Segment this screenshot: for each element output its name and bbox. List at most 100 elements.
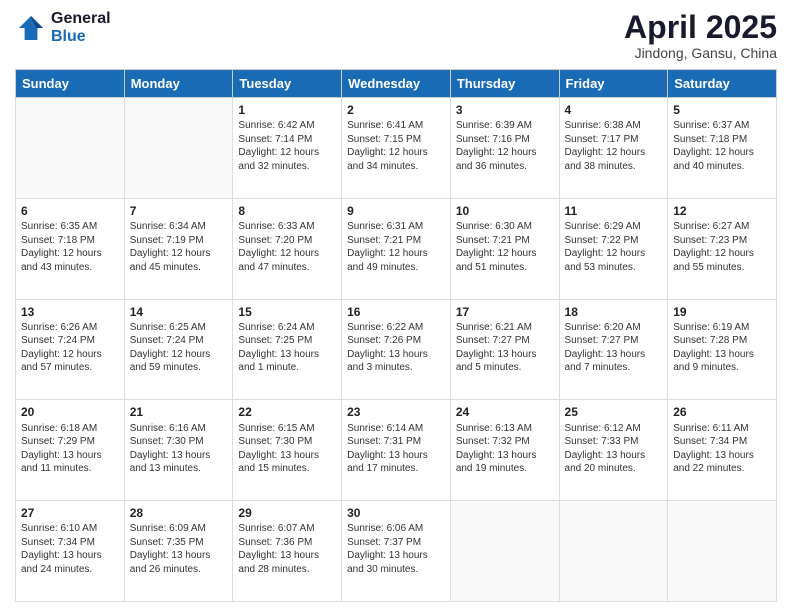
day-number: 21 [130,404,228,420]
day-number: 10 [456,203,554,219]
day-info: Sunrise: 6:10 AM Sunset: 7:34 PM Dayligh… [21,522,119,576]
calendar-day-cell [16,98,125,199]
calendar-table: SundayMondayTuesdayWednesdayThursdayFrid… [15,69,777,602]
day-info: Sunrise: 6:26 AM Sunset: 7:24 PM Dayligh… [21,321,119,375]
day-number: 3 [456,102,554,118]
calendar-day-cell: 6Sunrise: 6:35 AM Sunset: 7:18 PM Daylig… [16,198,125,299]
day-number: 29 [238,505,336,521]
logo: General Blue [15,10,111,46]
weekday-header: Sunday [16,70,125,98]
day-info: Sunrise: 6:13 AM Sunset: 7:32 PM Dayligh… [456,422,554,476]
calendar-day-cell: 27Sunrise: 6:10 AM Sunset: 7:34 PM Dayli… [16,501,125,602]
page: General Blue April 2025 Jindong, Gansu, … [0,0,792,612]
calendar-day-cell: 23Sunrise: 6:14 AM Sunset: 7:31 PM Dayli… [342,400,451,501]
title-section: April 2025 Jindong, Gansu, China [624,10,777,61]
day-number: 11 [565,203,663,219]
calendar-day-cell: 13Sunrise: 6:26 AM Sunset: 7:24 PM Dayli… [16,299,125,400]
calendar-day-cell [559,501,668,602]
calendar-week-row: 13Sunrise: 6:26 AM Sunset: 7:24 PM Dayli… [16,299,777,400]
day-number: 22 [238,404,336,420]
day-number: 28 [130,505,228,521]
calendar-week-row: 20 Sunrise: 6:18 AM Sunset: 7:29 PM Dayli… [16,400,777,501]
calendar-day-cell: 8Sunrise: 6:33 AM Sunset: 7:20 PM Daylig… [233,198,342,299]
calendar-day-cell [668,501,777,602]
day-info: Sunrise: 6:31 AM Sunset: 7:21 PM Dayligh… [347,220,445,274]
day-info: Sunrise: 6:24 AM Sunset: 7:25 PM Dayligh… [238,321,336,375]
calendar-day-cell: 11Sunrise: 6:29 AM Sunset: 7:22 PM Dayli… [559,198,668,299]
day-number: 20 [21,404,119,420]
calendar-day-cell: 5Sunrise: 6:37 AM Sunset: 7:18 PM Daylig… [668,98,777,199]
day-number: 15 [238,304,336,320]
day-info: Sunrise: 6:07 AM Sunset: 7:36 PM Dayligh… [238,522,336,576]
day-number: 2 [347,102,445,118]
day-info: Sunrise: 6:35 AM Sunset: 7:18 PM Dayligh… [21,220,119,274]
day-info: Sunrise: 6:42 AM Sunset: 7:14 PM Dayligh… [238,119,336,173]
day-info: Sunrise: 6:11 AM Sunset: 7:34 PM Dayligh… [673,422,771,476]
month-title: April 2025 [624,10,777,45]
day-info: Sunrise: 6:12 AM Sunset: 7:33 PM Dayligh… [565,422,663,476]
day-number: 16 [347,304,445,320]
weekday-header: Monday [124,70,233,98]
day-info: Sunrise: 6:22 AM Sunset: 7:26 PM Dayligh… [347,321,445,375]
calendar-day-cell: 19Sunrise: 6:19 AM Sunset: 7:28 PM Dayli… [668,299,777,400]
calendar-day-cell: 18Sunrise: 6:20 AM Sunset: 7:27 PM Dayli… [559,299,668,400]
logo-icon [15,12,47,44]
calendar-day-cell: 16Sunrise: 6:22 AM Sunset: 7:26 PM Dayli… [342,299,451,400]
calendar-day-cell: 17Sunrise: 6:21 AM Sunset: 7:27 PM Dayli… [450,299,559,400]
calendar-day-cell: 10Sunrise: 6:30 AM Sunset: 7:21 PM Dayli… [450,198,559,299]
day-info: Sunrise: 6:37 AM Sunset: 7:18 PM Dayligh… [673,119,771,173]
day-info: Sunrise: 6:29 AM Sunset: 7:22 PM Dayligh… [565,220,663,274]
day-info: Sunrise: 6:20 AM Sunset: 7:27 PM Dayligh… [565,321,663,375]
calendar-header-row: SundayMondayTuesdayWednesdayThursdayFrid… [16,70,777,98]
day-number: 9 [347,203,445,219]
day-number: 1 [238,102,336,118]
calendar-day-cell: 14Sunrise: 6:25 AM Sunset: 7:24 PM Dayli… [124,299,233,400]
calendar-day-cell: 26 Sunrise: 6:11 AM Sunset: 7:34 PM Dayli… [668,400,777,501]
weekday-header: Thursday [450,70,559,98]
day-number: 8 [238,203,336,219]
day-number: 13 [21,304,119,320]
day-info: Sunrise: 6:27 AM Sunset: 7:23 PM Dayligh… [673,220,771,274]
day-info: Sunrise: 6:25 AM Sunset: 7:24 PM Dayligh… [130,321,228,375]
day-info: Sunrise: 6:33 AM Sunset: 7:20 PM Dayligh… [238,220,336,274]
day-info: Sunrise: 6:34 AM Sunset: 7:19 PM Dayligh… [130,220,228,274]
calendar-day-cell: 22Sunrise: 6:15 AM Sunset: 7:30 PM Dayli… [233,400,342,501]
calendar-day-cell: 4Sunrise: 6:38 AM Sunset: 7:17 PM Daylig… [559,98,668,199]
calendar-day-cell: 21 Sunrise: 6:16 AM Sunset: 7:30 PM Dayli… [124,400,233,501]
day-number: 17 [456,304,554,320]
calendar-week-row: 1Sunrise: 6:42 AM Sunset: 7:14 PM Daylig… [16,98,777,199]
day-info: Sunrise: 6:09 AM Sunset: 7:35 PM Dayligh… [130,522,228,576]
calendar-day-cell: 15Sunrise: 6:24 AM Sunset: 7:25 PM Dayli… [233,299,342,400]
day-info: Sunrise: 6:39 AM Sunset: 7:16 PM Dayligh… [456,119,554,173]
calendar-day-cell: 12Sunrise: 6:27 AM Sunset: 7:23 PM Dayli… [668,198,777,299]
calendar-day-cell: 7Sunrise: 6:34 AM Sunset: 7:19 PM Daylig… [124,198,233,299]
day-number: 18 [565,304,663,320]
calendar-week-row: 27Sunrise: 6:10 AM Sunset: 7:34 PM Dayli… [16,501,777,602]
day-info: Sunrise: 6:16 AM Sunset: 7:30 PM Dayligh… [130,422,228,476]
calendar-day-cell: 2Sunrise: 6:41 AM Sunset: 7:15 PM Daylig… [342,98,451,199]
day-number: 24 [456,404,554,420]
weekday-header: Wednesday [342,70,451,98]
calendar-day-cell: 28Sunrise: 6:09 AM Sunset: 7:35 PM Dayli… [124,501,233,602]
day-info: Sunrise: 6:18 AM Sunset: 7:29 PM Dayligh… [21,422,119,476]
day-info: Sunrise: 6:41 AM Sunset: 7:15 PM Dayligh… [347,119,445,173]
day-info: Sunrise: 6:14 AM Sunset: 7:31 PM Dayligh… [347,422,445,476]
day-info: Sunrise: 6:19 AM Sunset: 7:28 PM Dayligh… [673,321,771,375]
weekday-header: Tuesday [233,70,342,98]
calendar-week-row: 6Sunrise: 6:35 AM Sunset: 7:18 PM Daylig… [16,198,777,299]
day-number: 25 [565,404,663,420]
day-info: Sunrise: 6:30 AM Sunset: 7:21 PM Dayligh… [456,220,554,274]
location: Jindong, Gansu, China [624,45,777,61]
day-number: 27 [21,505,119,521]
day-number: 5 [673,102,771,118]
calendar-day-cell: 3Sunrise: 6:39 AM Sunset: 7:16 PM Daylig… [450,98,559,199]
day-number: 26 [673,404,771,420]
calendar-day-cell [124,98,233,199]
calendar-day-cell: 20 Sunrise: 6:18 AM Sunset: 7:29 PM Dayli… [16,400,125,501]
header: General Blue April 2025 Jindong, Gansu, … [15,10,777,61]
day-number: 4 [565,102,663,118]
calendar-day-cell: 24 Sunrise: 6:13 AM Sunset: 7:32 PM Dayli… [450,400,559,501]
day-number: 19 [673,304,771,320]
day-info: Sunrise: 6:21 AM Sunset: 7:27 PM Dayligh… [456,321,554,375]
calendar-day-cell: 29Sunrise: 6:07 AM Sunset: 7:36 PM Dayli… [233,501,342,602]
